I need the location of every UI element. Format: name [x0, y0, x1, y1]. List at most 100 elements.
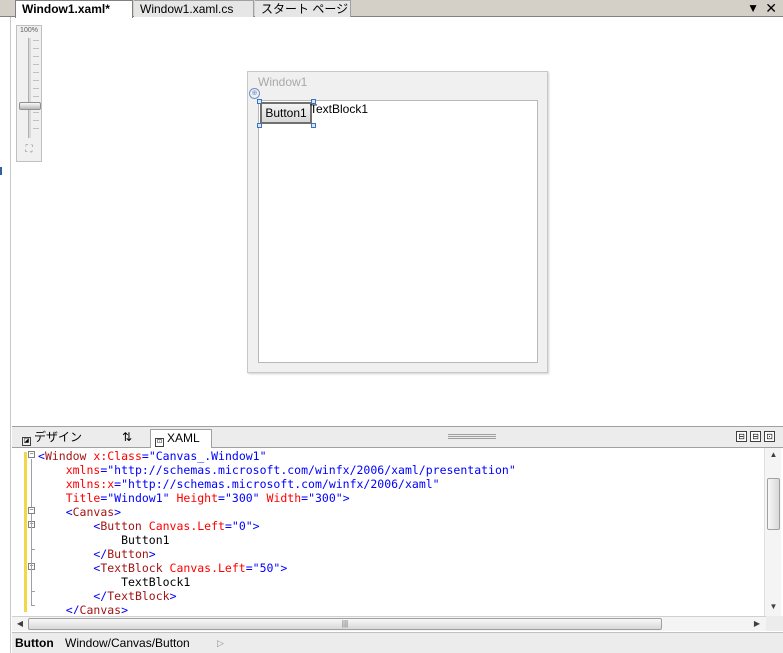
- splitter-grip[interactable]: [448, 434, 496, 439]
- resize-handle-bottom-left[interactable]: [257, 123, 262, 128]
- zoom-fit-icon[interactable]: ⛶: [22, 144, 36, 156]
- xaml-line[interactable]: Button1: [38, 533, 763, 547]
- xaml-token: Canvas.Left: [162, 561, 246, 575]
- xaml-token: TextBlock1: [38, 575, 191, 589]
- xaml-code-text[interactable]: <Window x:Class="Canvas_.Window1" xmlns=…: [38, 449, 763, 614]
- xaml-token: Button: [100, 519, 142, 533]
- xaml-line[interactable]: Title="Window1" Height="300" Width="300"…: [38, 491, 763, 505]
- xaml-line[interactable]: <Button Canvas.Left="0">: [38, 519, 763, 533]
- xaml-token: >: [114, 505, 122, 519]
- xaml-token: Canvas.Left: [141, 519, 225, 533]
- wpf-button1[interactable]: Button1: [260, 102, 312, 124]
- collapse-pane-icon[interactable]: ⊡: [764, 431, 775, 442]
- horizontal-split-icon[interactable]: ⊟: [750, 431, 761, 442]
- wpf-textblock1[interactable]: TextBlock1: [310, 102, 368, 116]
- xaml-line[interactable]: TextBlock1: [38, 575, 763, 589]
- xaml-line[interactable]: xmlns:x="http://schemas.microsoft.com/wi…: [38, 477, 763, 491]
- design-view-icon: ◪: [22, 437, 31, 446]
- collapse-canvas-icon[interactable]: −: [28, 507, 35, 514]
- zoom-slider[interactable]: 100% ⛶: [16, 25, 42, 162]
- xaml-token: Height: [169, 491, 219, 505]
- xaml-token: </: [38, 603, 80, 614]
- xaml-token: Window: [44, 449, 87, 463]
- xaml-line[interactable]: xmlns="http://schemas.microsoft.com/winf…: [38, 463, 763, 477]
- outline-end: [31, 605, 35, 606]
- xaml-line[interactable]: <Canvas>: [38, 505, 763, 519]
- xaml-token: >: [121, 603, 129, 614]
- xaml-token: =: [218, 491, 225, 505]
- breadcrumb-path[interactable]: Window/Canvas/Button: [65, 633, 190, 653]
- xaml-line[interactable]: </TextBlock>: [38, 589, 763, 603]
- xaml-token: =: [245, 561, 253, 575]
- move-adorner-icon[interactable]: ⊕: [249, 88, 260, 99]
- resize-handle-top-right[interactable]: [311, 99, 316, 104]
- tab-start-page[interactable]: スタート ページ: [255, 0, 351, 17]
- xaml-token: >: [169, 589, 177, 603]
- zoom-thumb[interactable]: [19, 102, 41, 110]
- collapse-window-icon[interactable]: −: [28, 451, 35, 458]
- view-tab-bar: ◪ デザイン ⇅ ⊡ XAML ⊟ ⊟ ⊡: [12, 426, 783, 449]
- close-document-icon[interactable]: ✕: [765, 0, 777, 16]
- scroll-up-icon[interactable]: ▲: [765, 448, 782, 462]
- zoom-track[interactable]: [28, 38, 31, 138]
- editor-horizontal-scrollbar[interactable]: ◀ ||| ▶: [12, 616, 766, 631]
- vertical-scroll-thumb[interactable]: [767, 478, 780, 530]
- wpf-window-preview[interactable]: Window1 ⊕ Button1 TextBlock1: [247, 71, 548, 373]
- xaml-token: "http://schemas.microsoft.com/winfx/2006…: [107, 463, 516, 477]
- vertical-split-icon[interactable]: ⊟: [736, 431, 747, 442]
- xaml-token: >: [252, 519, 260, 533]
- change-tracking-bar: [24, 452, 27, 612]
- wpf-window-title: Window1: [258, 75, 308, 89]
- wpf-canvas[interactable]: ⊕ Button1 TextBlock1: [249, 88, 538, 363]
- scroll-right-icon[interactable]: ▶: [749, 617, 765, 632]
- horizontal-scroll-thumb[interactable]: |||: [28, 618, 662, 630]
- breadcrumb-selected-element[interactable]: Button: [15, 633, 54, 653]
- editor-vertical-scrollbar[interactable]: ▲ ▼: [764, 448, 781, 616]
- breadcrumb-expand-icon[interactable]: ▷: [217, 633, 224, 653]
- xaml-line[interactable]: </Button>: [38, 547, 763, 561]
- xaml-token: "http://schemas.microsoft.com/winfx/2006…: [121, 477, 440, 491]
- xaml-token: >: [148, 547, 156, 561]
- resize-handle-top-left[interactable]: [257, 99, 262, 104]
- xaml-editor[interactable]: − − − − <Window x:Class="Canvas_.Window1…: [12, 448, 783, 616]
- xaml-token: TextBlock: [100, 561, 163, 575]
- xaml-token: Button1: [38, 533, 170, 547]
- xaml-token: <: [38, 561, 101, 575]
- xaml-token: "50": [252, 561, 281, 575]
- xaml-token: Canvas: [72, 505, 115, 519]
- tab-xaml[interactable]: ⊡ XAML: [150, 429, 212, 449]
- xaml-token: "0": [231, 519, 253, 533]
- xaml-token: "300": [308, 491, 343, 505]
- xaml-token: </: [38, 589, 108, 603]
- xaml-token: =: [224, 519, 232, 533]
- scroll-left-icon[interactable]: ◀: [12, 617, 28, 632]
- tab-design-label: デザイン: [34, 430, 83, 444]
- xaml-line[interactable]: <TextBlock Canvas.Left="50">: [38, 561, 763, 575]
- xaml-token: </: [38, 547, 108, 561]
- xaml-token: Title: [38, 491, 101, 505]
- scroll-down-icon[interactable]: ▼: [765, 600, 782, 614]
- outline-line: [31, 459, 32, 507]
- xaml-token: <: [38, 505, 73, 519]
- xaml-token: TextBlock: [107, 589, 170, 603]
- design-surface[interactable]: 100% ⛶ Window1 ⊕ Button1 TextBlock1: [12, 18, 783, 426]
- resize-handle-bottom-right[interactable]: [311, 123, 316, 128]
- xaml-token: x:Class: [86, 449, 142, 463]
- xaml-token: xmlns:x: [38, 477, 115, 491]
- tab-window1-xaml-cs[interactable]: Window1.xaml.cs: [134, 0, 254, 17]
- xaml-line[interactable]: <Window x:Class="Canvas_.Window1": [38, 449, 763, 463]
- xaml-token: "300": [224, 491, 260, 505]
- xaml-line[interactable]: </Canvas>: [38, 603, 763, 614]
- tab-xaml-label: XAML: [167, 431, 200, 445]
- zoom-ticks: [33, 40, 39, 136]
- xaml-token: <: [38, 519, 101, 533]
- tab-window1-xaml[interactable]: Window1.xaml*: [15, 0, 133, 18]
- swap-panes-icon[interactable]: ⇅: [112, 429, 142, 447]
- tab-design[interactable]: ◪ デザイン: [18, 429, 112, 447]
- xaml-token: Width: [259, 491, 302, 505]
- xaml-token: Canvas: [79, 603, 122, 614]
- tab-list-dropdown-icon[interactable]: ▼: [747, 1, 759, 15]
- zoom-level-label: 100%: [20, 27, 38, 34]
- outline-line: [31, 514, 32, 605]
- xaml-token: xmlns: [38, 463, 101, 477]
